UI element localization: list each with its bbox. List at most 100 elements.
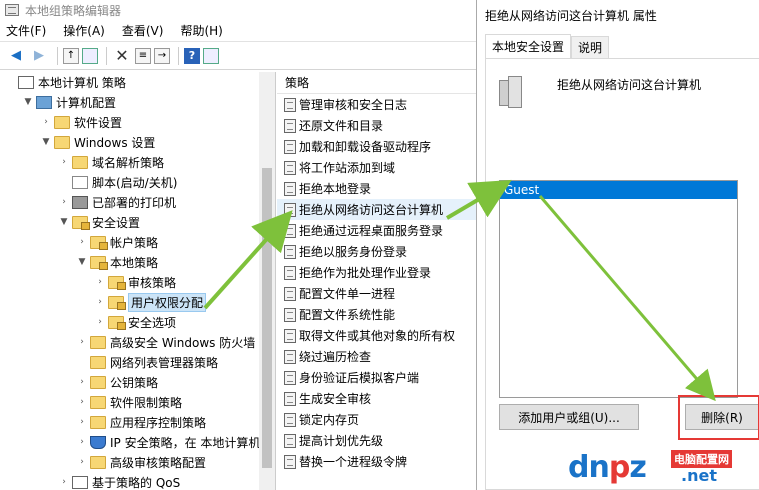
collapsed-chevron-icon[interactable]: › bbox=[94, 317, 106, 327]
tree-item[interactable]: 脚本(启动/关机) bbox=[0, 172, 275, 192]
show-hide-tree-icon[interactable] bbox=[82, 47, 98, 64]
server-policy-icon bbox=[499, 76, 525, 108]
policy-list-item[interactable]: 提高计划优先级 bbox=[277, 430, 476, 451]
tree-item[interactable]: › 已部署的打印机 bbox=[0, 192, 275, 212]
policy-icon bbox=[18, 75, 34, 89]
expanded-chevron-icon[interactable]: ▼ bbox=[58, 217, 70, 227]
policy-list-item[interactable]: 锁定内存页 bbox=[277, 409, 476, 430]
policy-list-item-label: 拒绝作为批处理作业登录 bbox=[299, 266, 432, 280]
tree-item[interactable]: › 高级审核策略配置 bbox=[0, 452, 275, 472]
policy-list-item[interactable]: 管理审核和安全日志 bbox=[277, 94, 476, 115]
properties-icon[interactable]: ≡ bbox=[135, 47, 151, 64]
collapsed-chevron-icon[interactable]: › bbox=[76, 397, 88, 407]
console-icon[interactable] bbox=[203, 47, 219, 64]
watermark-logo: dnpz bbox=[568, 450, 647, 485]
tree-item[interactable]: ▼ 本地策略 bbox=[0, 252, 275, 272]
policy-list-item[interactable]: 生成安全审核 bbox=[277, 388, 476, 409]
tree-item[interactable]: › 软件设置 bbox=[0, 112, 275, 132]
policy-setting-icon bbox=[284, 412, 296, 427]
policy-setting-icon bbox=[284, 118, 296, 133]
collapsed-chevron-icon[interactable]: › bbox=[76, 377, 88, 387]
tree-item[interactable]: › IP 安全策略，在 本地计算机 bbox=[0, 432, 275, 452]
policy-list-item-label: 锁定内存页 bbox=[299, 413, 360, 427]
collapsed-chevron-icon[interactable]: › bbox=[76, 337, 88, 347]
collapsed-chevron-icon[interactable]: › bbox=[94, 277, 106, 287]
tree-item[interactable]: › 审核策略 bbox=[0, 272, 275, 292]
policy-list-item[interactable]: 绕过遍历检查 bbox=[277, 346, 476, 367]
tree-item[interactable]: ▼ Windows 设置 bbox=[0, 132, 275, 152]
collapsed-chevron-icon[interactable]: › bbox=[94, 297, 106, 307]
policy-list-item[interactable]: 拒绝从网络访问这台计算机 bbox=[277, 199, 476, 220]
tree-item[interactable]: 网络列表管理器策略 bbox=[0, 352, 275, 372]
policy-setting-icon bbox=[284, 160, 296, 175]
expanded-chevron-icon[interactable]: ▼ bbox=[76, 257, 88, 267]
tree-item[interactable]: › 软件限制策略 bbox=[0, 392, 275, 412]
secure-folder-icon bbox=[108, 275, 126, 290]
collapsed-chevron-icon[interactable]: › bbox=[58, 157, 70, 167]
export-list-icon[interactable]: → bbox=[154, 47, 170, 64]
tree-item[interactable]: › 用户权限分配 bbox=[0, 292, 275, 312]
policy-list-item[interactable]: 配置文件系统性能 bbox=[277, 304, 476, 325]
site-watermark: dnpz 电脑配置网 .net bbox=[568, 446, 759, 490]
folder-icon bbox=[72, 155, 88, 169]
tree-item[interactable]: › 域名解析策略 bbox=[0, 152, 275, 172]
policy-list-item-label: 取得文件或其他对象的所有权 bbox=[299, 329, 456, 343]
help-icon[interactable]: ? bbox=[184, 47, 200, 64]
tree-item[interactable]: ▼ 安全设置 bbox=[0, 212, 275, 232]
collapsed-chevron-icon[interactable]: › bbox=[76, 237, 88, 247]
menu-help[interactable]: 帮助(H) bbox=[180, 22, 222, 39]
tree-item[interactable]: 本地计算机 策略 bbox=[0, 72, 275, 92]
policy-list-item[interactable]: 将工作站添加到域 bbox=[277, 157, 476, 178]
policy-list-item[interactable]: 加载和卸载设备驱动程序 bbox=[277, 136, 476, 157]
tree-scrollbar[interactable] bbox=[259, 72, 275, 490]
policy-list-item[interactable]: 拒绝本地登录 bbox=[277, 178, 476, 199]
printer-icon bbox=[72, 195, 88, 209]
menu-file[interactable]: 文件(F) bbox=[6, 22, 46, 39]
expanded-chevron-icon[interactable]: ▼ bbox=[40, 137, 52, 147]
collapsed-chevron-icon[interactable]: › bbox=[40, 117, 52, 127]
expanded-chevron-icon[interactable]: ▼ bbox=[22, 97, 34, 107]
tab-explain[interactable]: 说明 bbox=[571, 36, 610, 58]
policy-list-item[interactable]: 取得文件或其他对象的所有权 bbox=[277, 325, 476, 346]
tree-item-label: 安全选项 bbox=[128, 315, 177, 330]
tree-item[interactable]: ▼ 计算机配置 bbox=[0, 92, 275, 112]
forward-arrow-icon[interactable]: ▶ bbox=[29, 46, 49, 66]
collapsed-chevron-icon[interactable]: › bbox=[58, 477, 70, 487]
up-folder-icon[interactable]: ↑ bbox=[63, 47, 79, 64]
delete-icon[interactable]: ✕ bbox=[112, 46, 132, 66]
tree-item[interactable]: › 高级安全 Windows 防火墙 bbox=[0, 332, 275, 352]
collapsed-chevron-icon[interactable]: › bbox=[76, 437, 88, 447]
user-list[interactable]: Guest bbox=[499, 180, 738, 398]
tree-item-label: 高级安全 Windows 防火墙 bbox=[110, 335, 256, 350]
policy-list-item[interactable]: 还原文件和目录 bbox=[277, 115, 476, 136]
collapsed-chevron-icon[interactable]: › bbox=[76, 457, 88, 467]
policy-setting-icon bbox=[284, 328, 296, 343]
list-item-guest[interactable]: Guest bbox=[500, 181, 737, 199]
collapsed-chevron-icon[interactable]: › bbox=[76, 417, 88, 427]
add-user-or-group-button[interactable]: 添加用户或组(U)... bbox=[499, 404, 639, 430]
tab-local-security-setting[interactable]: 本地安全设置 bbox=[485, 34, 572, 58]
policy-setting-icon bbox=[284, 265, 296, 280]
back-arrow-icon[interactable]: ◀ bbox=[6, 46, 26, 66]
policy-list-item[interactable]: 配置文件单一进程 bbox=[277, 283, 476, 304]
title-bar: 本地组策略编辑器 bbox=[0, 0, 476, 20]
tree-item[interactable]: › 安全选项 bbox=[0, 312, 275, 332]
tree-item-label: Windows 设置 bbox=[74, 135, 156, 150]
column-header-policy[interactable]: 策略 bbox=[277, 72, 476, 94]
menu-action[interactable]: 操作(A) bbox=[63, 22, 105, 39]
tree-item[interactable]: › 应用程序控制策略 bbox=[0, 412, 275, 432]
menu-view[interactable]: 查看(V) bbox=[122, 22, 164, 39]
policy-list-item[interactable]: 拒绝作为批处理作业登录 bbox=[277, 262, 476, 283]
policy-list-item-label: 还原文件和目录 bbox=[299, 119, 384, 133]
tree-item[interactable]: › 帐户策略 bbox=[0, 232, 275, 252]
policy-list-item[interactable]: 拒绝通过远程桌面服务登录 bbox=[277, 220, 476, 241]
policy-list-item[interactable]: 拒绝以服务身份登录 bbox=[277, 241, 476, 262]
collapsed-chevron-icon[interactable]: › bbox=[58, 197, 70, 207]
policy-list-item[interactable]: 替换一个进程级令牌 bbox=[277, 451, 476, 472]
tree-item[interactable]: › 公钥策略 bbox=[0, 372, 275, 392]
watermark-domain: .net bbox=[681, 466, 717, 485]
tree-item[interactable]: › 基于策略的 QoS bbox=[0, 472, 275, 490]
policy-list-pane: 策略 管理审核和安全日志 还原文件和目录 加载和卸载设备驱动程序 将工作站添加到域 拒绝… bbox=[277, 72, 476, 490]
policy-list-item[interactable]: 身份验证后模拟客户端 bbox=[277, 367, 476, 388]
tree-item-label: 高级审核策略配置 bbox=[110, 455, 207, 470]
